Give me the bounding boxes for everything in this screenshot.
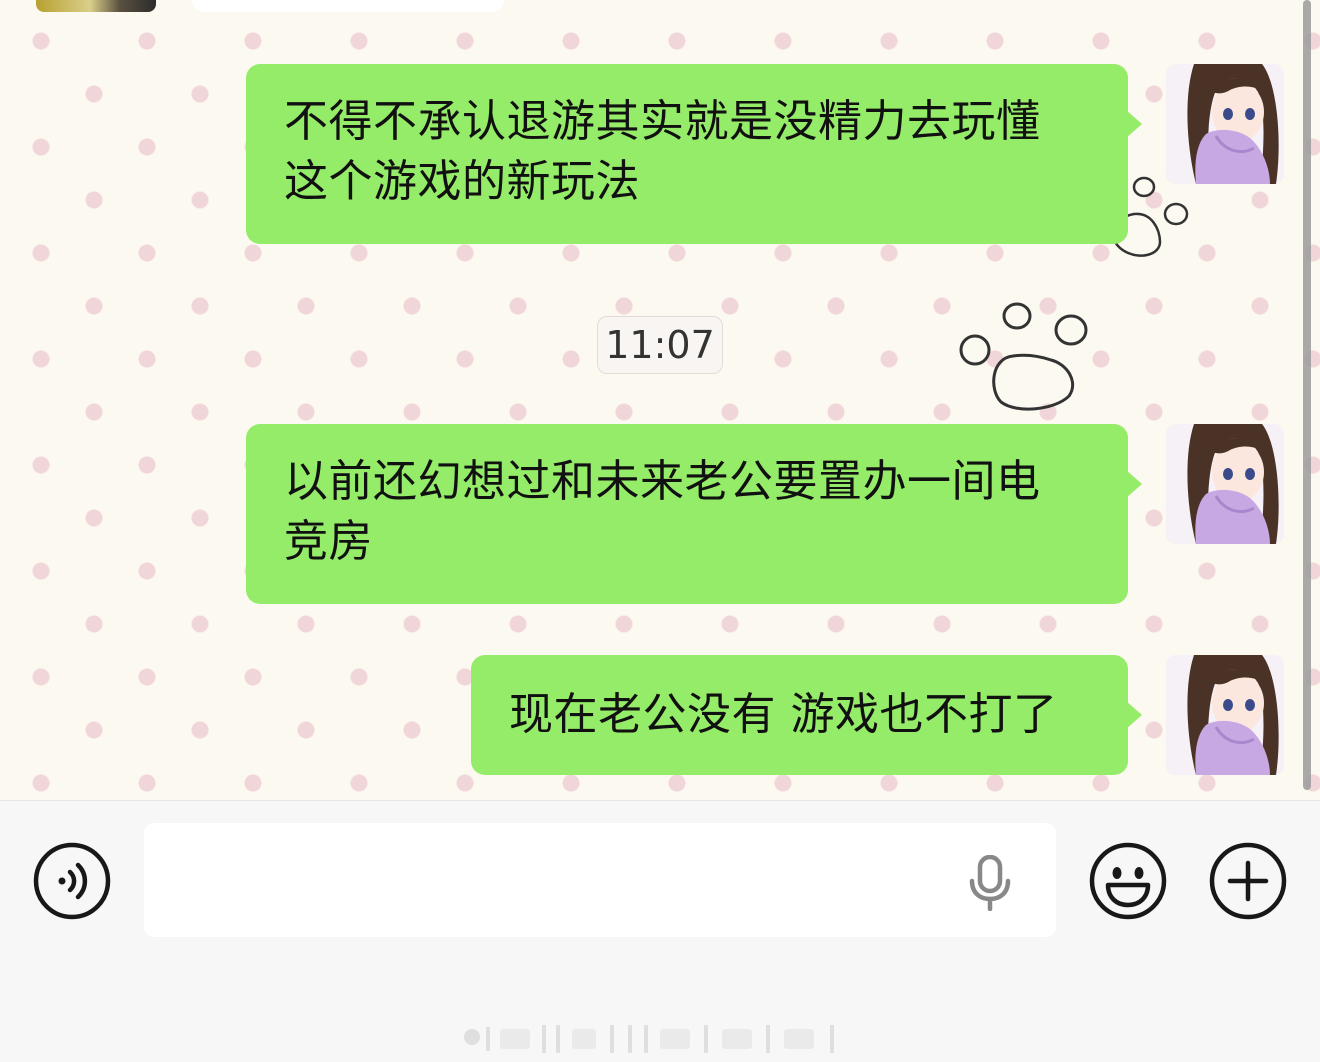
emoji-icon (1089, 842, 1167, 920)
voice-toggle-icon (33, 842, 111, 920)
emoji-button[interactable] (1088, 841, 1168, 921)
microphone-icon[interactable] (966, 855, 1014, 911)
my-message-bubble[interactable]: 现在老公没有 游戏也不打了 (471, 655, 1142, 775)
paw-print-icon (959, 302, 1088, 411)
my-avatar[interactable] (1166, 64, 1284, 184)
other-message-bubble[interactable] (192, 0, 504, 12)
other-user-avatar[interactable] (36, 0, 156, 12)
chat-scrollbar[interactable] (1303, 0, 1311, 790)
chat-input-bar (0, 800, 1320, 1062)
plus-icon (1209, 842, 1287, 920)
my-message-bubble[interactable]: 以前还幻想过和未来老公要置办一间电 竞房 (246, 424, 1142, 604)
my-avatar[interactable] (1166, 655, 1284, 775)
more-options-button[interactable] (1208, 841, 1288, 921)
my-message-bubble[interactable]: 不得不承认退游其实就是没精力去玩懂 这个游戏的新玩法 (246, 64, 1142, 244)
chat-message-area[interactable]: 不得不承认退游其实就是没精力去玩懂 这个游戏的新玩法 11:07 以前还幻想过和… (0, 0, 1320, 800)
my-avatar[interactable] (1166, 424, 1284, 544)
message-input[interactable] (144, 823, 1056, 937)
watermark (464, 1025, 834, 1053)
message-timestamp: 11:07 (597, 316, 723, 374)
voice-toggle-button[interactable] (32, 841, 112, 921)
